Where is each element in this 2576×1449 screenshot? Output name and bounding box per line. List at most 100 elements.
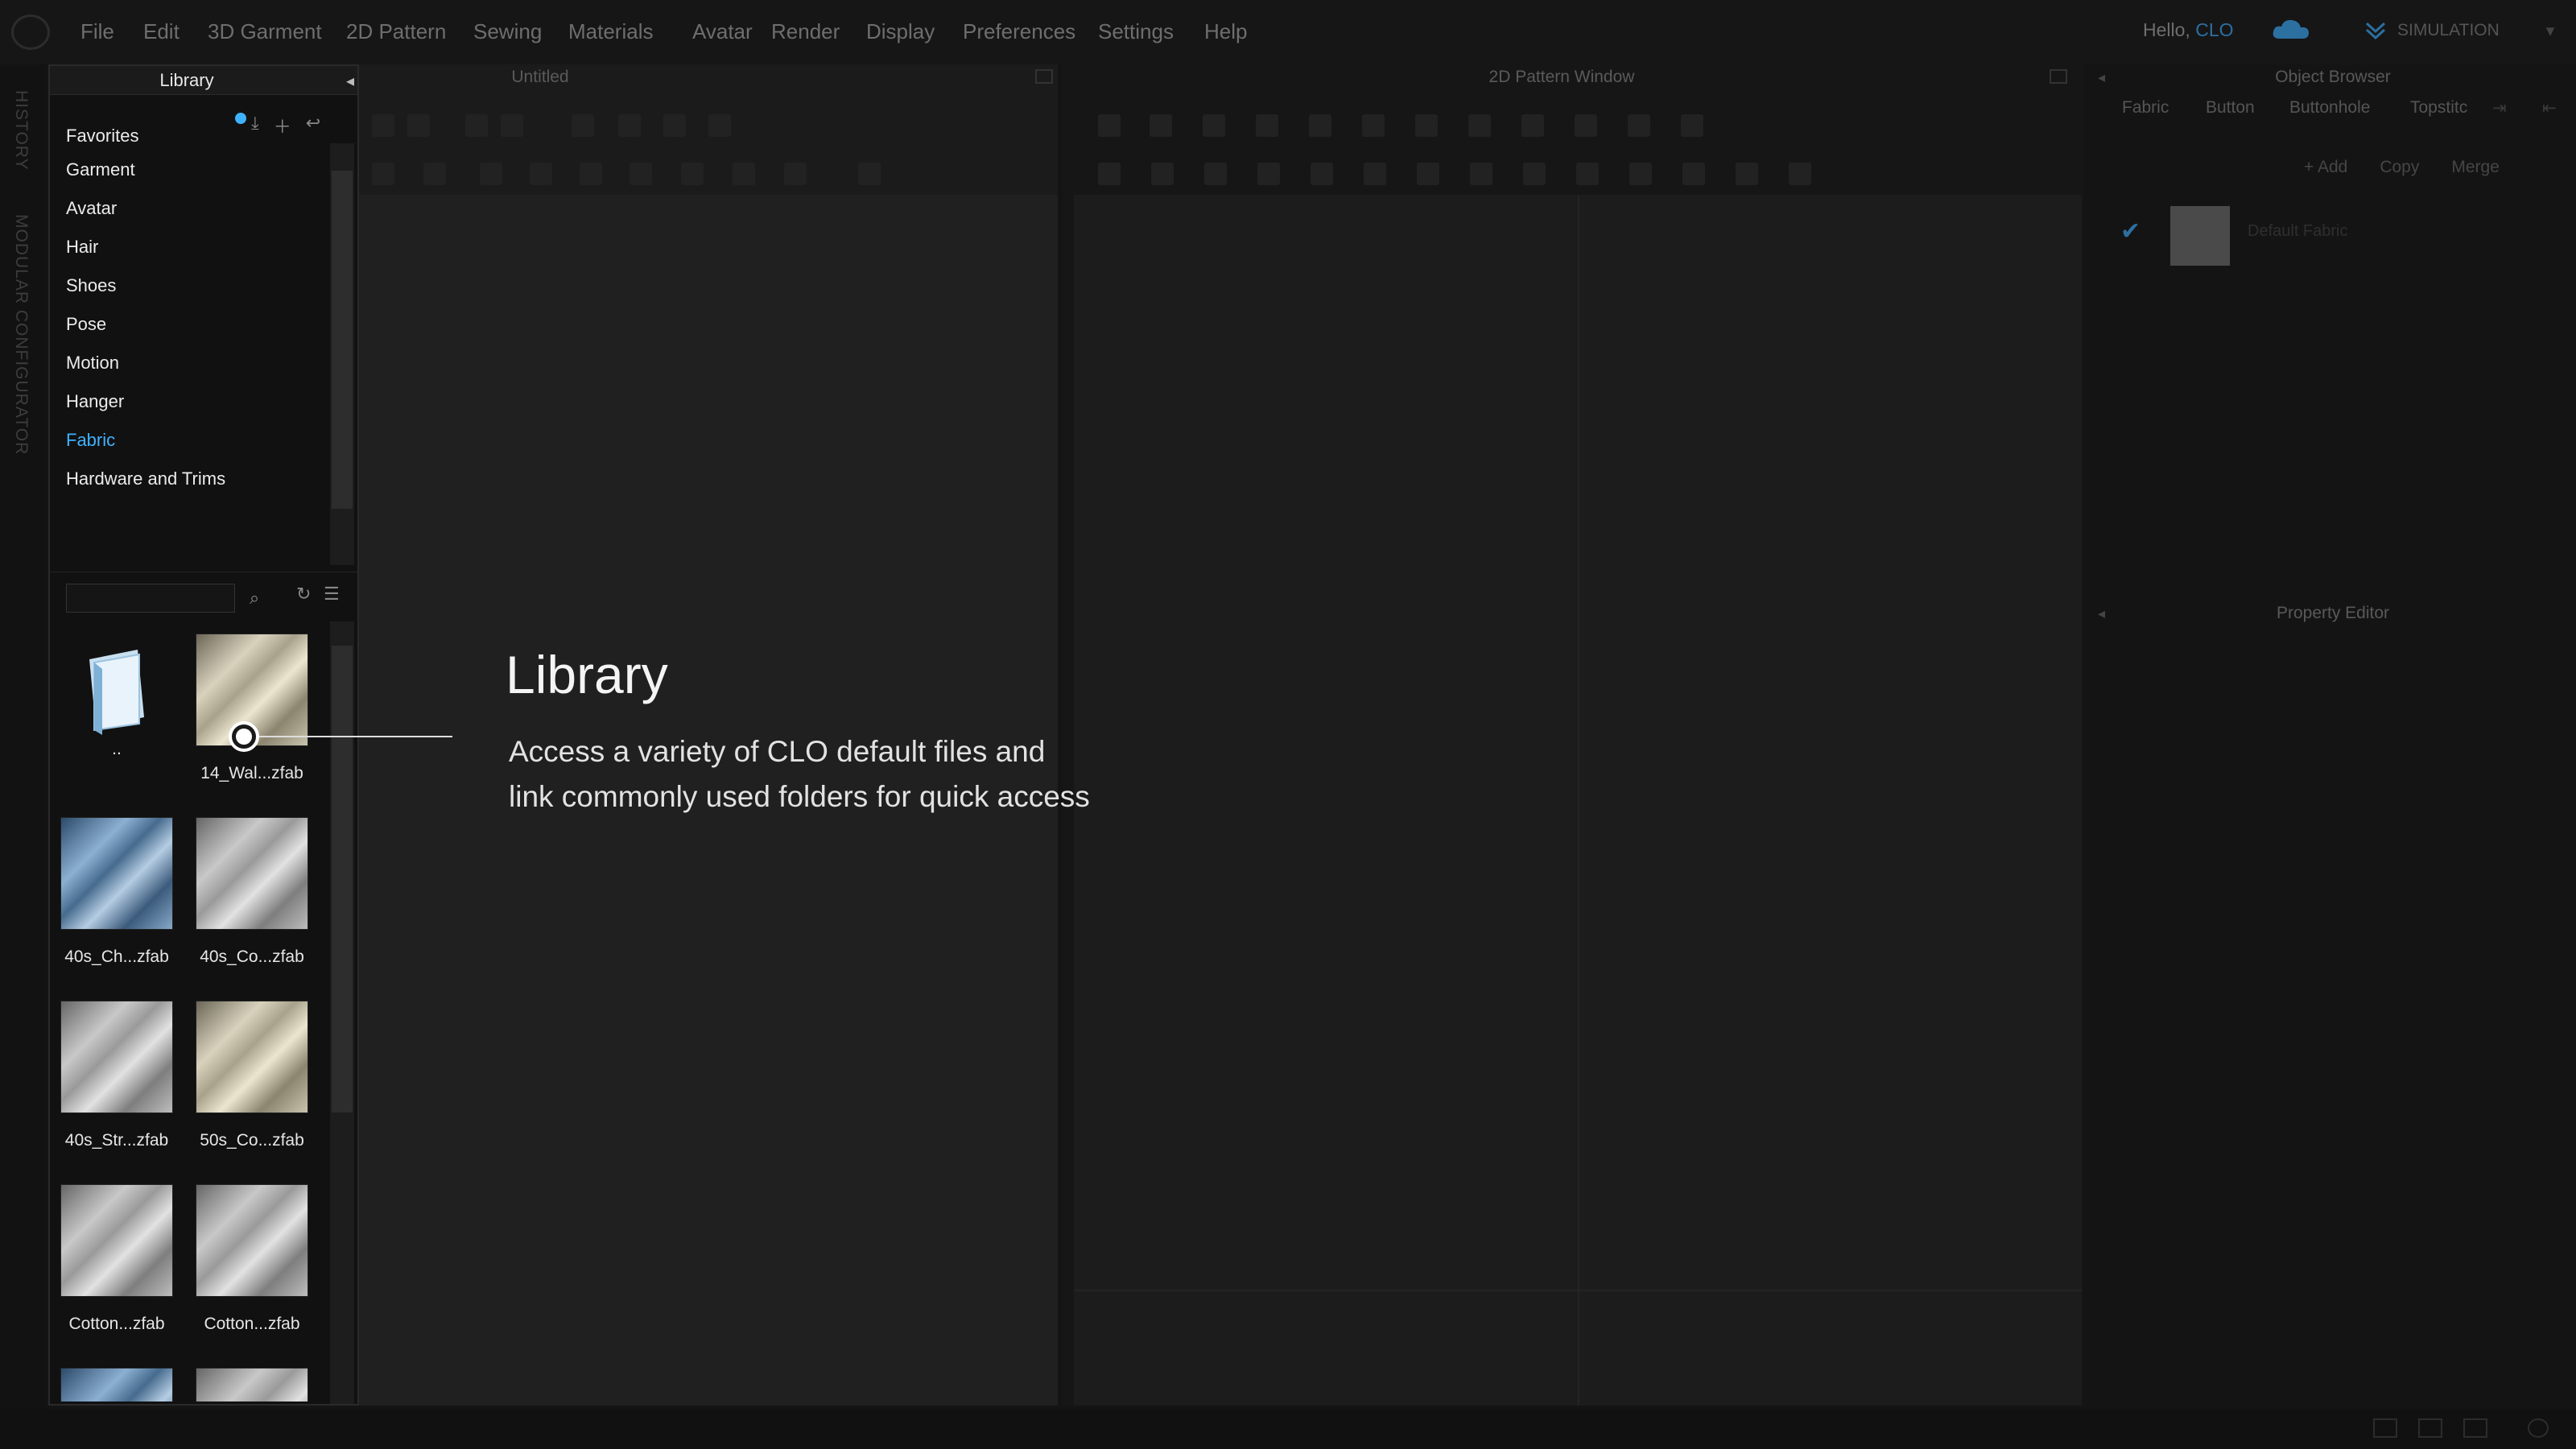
menu-render[interactable]: Render xyxy=(771,19,840,44)
tab-scroll-right-icon[interactable]: ⇥ xyxy=(2492,98,2507,118)
toolbar-tool-icon[interactable] xyxy=(1151,163,1174,185)
file-tile[interactable]: 40s_Co...zfab xyxy=(192,753,312,967)
toolbar-tool-icon[interactable] xyxy=(1415,114,1438,137)
tab-topstitch[interactable]: Topstitc xyxy=(2410,98,2467,118)
toolbar-tool-icon[interactable] xyxy=(1203,114,1225,137)
category-pose[interactable]: Pose xyxy=(66,314,106,335)
settings-icon[interactable] xyxy=(2528,1418,2549,1438)
toolbar-tool-icon[interactable] xyxy=(1362,114,1385,137)
detach-window-icon[interactable] xyxy=(1035,69,1053,84)
category-fabric[interactable]: Fabric xyxy=(66,430,115,451)
toolbar-tool-icon[interactable] xyxy=(480,163,502,185)
toolbar-tool-icon[interactable] xyxy=(572,114,594,137)
toolbar-tool-icon[interactable] xyxy=(580,163,602,185)
toolbar-tool-icon[interactable] xyxy=(708,114,731,137)
2d-canvas[interactable] xyxy=(1074,195,2082,1406)
layout-icon[interactable] xyxy=(2373,1418,2397,1438)
tab-history[interactable]: HISTORY xyxy=(11,90,31,171)
category-hair[interactable]: Hair xyxy=(66,237,98,258)
category-shoes[interactable]: Shoes xyxy=(66,275,116,296)
toolbar-tool-icon[interactable] xyxy=(1523,163,1546,185)
menu-avatar[interactable]: Avatar xyxy=(692,19,753,44)
toolbar-tool-icon[interactable] xyxy=(663,114,686,137)
detach-window-icon[interactable] xyxy=(2050,69,2067,84)
scrollbar-thumb[interactable] xyxy=(332,646,353,1113)
chevron-down-icon[interactable]: ▾ xyxy=(2546,21,2555,41)
toolbar-tool-icon[interactable] xyxy=(1521,114,1544,137)
toolbar-tool-icon[interactable] xyxy=(1470,163,1492,185)
merge-button[interactable]: Merge xyxy=(2451,158,2500,177)
file-tile[interactable] xyxy=(56,1303,177,1402)
toolbar-tool-icon[interactable] xyxy=(1736,163,1758,185)
toolbar-tool-icon[interactable] xyxy=(733,163,755,185)
toolbar-tool-icon[interactable] xyxy=(465,114,488,137)
file-tile[interactable]: Cotton...zfab xyxy=(56,1120,177,1334)
tab-modular-configurator[interactable]: MODULAR CONFIGURATOR xyxy=(11,214,31,455)
add-folder-icon[interactable]: ＋ xyxy=(274,113,291,138)
file-tile[interactable] xyxy=(192,1303,312,1402)
category-scrollbar[interactable] xyxy=(330,143,354,565)
toolbar-tool-icon[interactable] xyxy=(1682,163,1705,185)
list-view-icon[interactable]: ☰ xyxy=(324,584,340,605)
file-tile[interactable]: 50s_Co...zfab xyxy=(192,936,312,1150)
toolbar-tool-icon[interactable] xyxy=(1575,114,1597,137)
file-tile[interactable]: 14_Wal...zfab xyxy=(192,569,312,783)
layout-icon[interactable] xyxy=(2418,1418,2442,1438)
file-tile[interactable]: 40s_Str...zfab xyxy=(56,936,177,1150)
menu-materials[interactable]: Materials xyxy=(568,19,653,44)
toolbar-tool-icon[interactable] xyxy=(1628,114,1650,137)
category-hanger[interactable]: Hanger xyxy=(66,391,124,412)
scrollbar-thumb[interactable] xyxy=(332,171,353,509)
cloud-icon[interactable] xyxy=(2268,14,2315,47)
menu-3d-garment[interactable]: 3D Garment xyxy=(208,19,322,44)
menu-help[interactable]: Help xyxy=(1204,19,1247,44)
file-tile[interactable]: Cotton...zfab xyxy=(192,1120,312,1334)
tab-scroll-left-icon[interactable]: ⇤ xyxy=(2542,98,2557,118)
download-icon[interactable]: ⤓ xyxy=(251,113,259,138)
tab-buttonhole[interactable]: Buttonhole xyxy=(2289,98,2370,118)
toolbar-tool-icon[interactable] xyxy=(501,114,523,137)
toolbar-tool-icon[interactable] xyxy=(1468,114,1491,137)
toolbar-tool-icon[interactable] xyxy=(1681,114,1703,137)
category-hardware-and-trims[interactable]: Hardware and Trims xyxy=(66,469,225,489)
toolbar-tool-icon[interactable] xyxy=(1364,163,1386,185)
toolbar-tool-icon[interactable] xyxy=(423,163,446,185)
tab-button[interactable]: Button xyxy=(2206,98,2255,118)
toolbar-tool-icon[interactable] xyxy=(1204,163,1227,185)
menu-settings[interactable]: Settings xyxy=(1098,19,1174,44)
menu-edit[interactable]: Edit xyxy=(143,19,180,44)
add-button[interactable]: + Add xyxy=(2304,158,2347,177)
toolbar-tool-icon[interactable] xyxy=(1098,163,1121,185)
category-garment[interactable]: Garment xyxy=(66,159,135,180)
file-tile-parent[interactable]: .. xyxy=(56,569,177,759)
category-avatar[interactable]: Avatar xyxy=(66,198,117,219)
toolbar-tool-icon[interactable] xyxy=(1150,114,1172,137)
toolbar-tool-icon[interactable] xyxy=(1576,163,1599,185)
tab-fabric[interactable]: Fabric xyxy=(2122,98,2169,118)
copy-button[interactable]: Copy xyxy=(2380,158,2419,177)
toolbar-tool-icon[interactable] xyxy=(784,163,807,185)
fabric-item-label[interactable]: Default Fabric xyxy=(2248,222,2348,241)
fabric-swatch[interactable] xyxy=(2170,206,2230,266)
toolbar-tool-icon[interactable] xyxy=(372,163,394,185)
toolbar-tool-icon[interactable] xyxy=(681,163,704,185)
checkmark-icon[interactable]: ✔ xyxy=(2120,217,2140,246)
toolbar-tool-icon[interactable] xyxy=(530,163,552,185)
toolbar-tool-icon[interactable] xyxy=(858,163,881,185)
menu-preferences[interactable]: Preferences xyxy=(963,19,1075,44)
toolbar-tool-icon[interactable] xyxy=(1629,163,1652,185)
layout-icon[interactable] xyxy=(2463,1418,2487,1438)
toolbar-tool-icon[interactable] xyxy=(1417,163,1439,185)
menu-2d-pattern[interactable]: 2D Pattern xyxy=(346,19,446,44)
toolbar-tool-icon[interactable] xyxy=(1257,163,1280,185)
user-name[interactable]: CLO xyxy=(2195,19,2233,40)
file-tile[interactable]: 40s_Ch...zfab xyxy=(56,753,177,967)
category-motion[interactable]: Motion xyxy=(66,353,119,374)
toolbar-tool-icon[interactable] xyxy=(1311,163,1333,185)
simulation-toggle[interactable]: SIMULATION ▾ xyxy=(2365,14,2554,47)
back-icon[interactable]: ↩ xyxy=(306,113,320,138)
toolbar-tool-icon[interactable] xyxy=(407,114,430,137)
toolbar-tool-icon[interactable] xyxy=(618,114,641,137)
category-favorites[interactable]: Favorites xyxy=(66,126,138,147)
collapse-panel-icon[interactable]: ◂ xyxy=(346,71,354,91)
